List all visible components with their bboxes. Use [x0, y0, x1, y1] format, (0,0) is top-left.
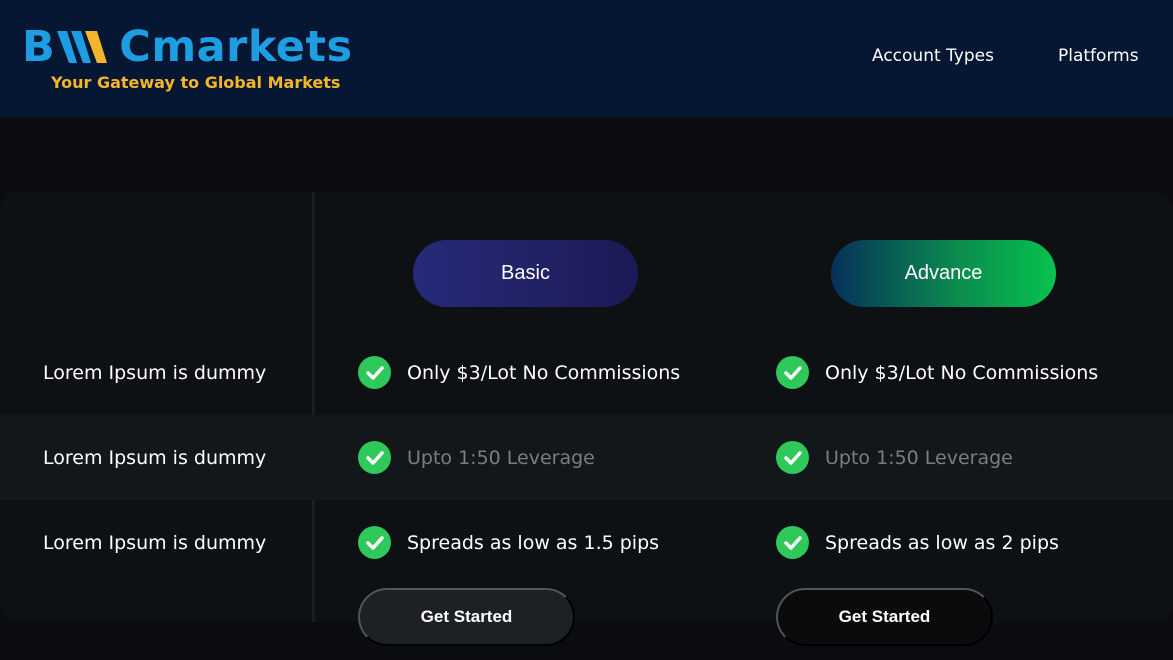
table-row: Lorem Ipsum is dummy Spreads as low as 1… — [0, 500, 1173, 585]
feature-text: Only $3/Lot No Commissions — [825, 361, 1099, 384]
basic-feature: Spreads as low as 1.5 pips — [358, 500, 659, 585]
feature-text: Upto 1:50 Leverage — [407, 446, 595, 469]
logo-text-left: B — [22, 22, 56, 72]
advance-feature: Upto 1:50 Leverage — [776, 415, 1013, 500]
check-icon — [358, 356, 391, 389]
table-row: Lorem Ipsum is dummy Upto 1:50 Leverage … — [0, 415, 1173, 500]
feature-text: Upto 1:50 Leverage — [825, 446, 1013, 469]
check-icon — [776, 356, 809, 389]
get-started-basic-button[interactable]: Get Started — [358, 588, 575, 646]
check-icon — [358, 441, 391, 474]
logo-w-mark-icon — [57, 31, 108, 63]
feature-text: Spreads as low as 1.5 pips — [407, 531, 660, 554]
row-label: Lorem Ipsum is dummy — [43, 446, 267, 469]
row-label: Lorem Ipsum is dummy — [43, 531, 267, 554]
get-started-advance-button[interactable]: Get Started — [776, 588, 993, 646]
table-row: Lorem Ipsum is dummy Only $3/Lot No Comm… — [0, 330, 1173, 415]
plan-basic-button[interactable]: Basic — [413, 240, 638, 307]
plan-advance-button[interactable]: Advance — [831, 240, 1056, 307]
nav-account-types[interactable]: Account Types — [872, 46, 994, 66]
brand-logo[interactable]: B Cmarkets Your Gateway to Global Market… — [22, 22, 372, 102]
advance-feature: Spreads as low as 2 pips — [776, 500, 1059, 585]
logo-tagline: Your Gateway to Global Markets — [51, 73, 341, 92]
basic-feature: Only $3/Lot No Commissions — [358, 330, 680, 415]
logo-wordmark: B Cmarkets — [22, 22, 353, 72]
check-icon — [776, 526, 809, 559]
nav-platforms[interactable]: Platforms — [1058, 46, 1139, 66]
feature-text: Only $3/Lot No Commissions — [407, 361, 681, 384]
advance-feature: Only $3/Lot No Commissions — [776, 330, 1098, 415]
row-label: Lorem Ipsum is dummy — [43, 361, 267, 384]
feature-text: Spreads as low as 2 pips — [825, 531, 1059, 554]
check-icon — [776, 441, 809, 474]
logo-text-right: Cmarkets — [119, 22, 353, 72]
site-header: B Cmarkets Your Gateway to Global Market… — [0, 0, 1173, 117]
check-icon — [358, 526, 391, 559]
basic-feature: Upto 1:50 Leverage — [358, 415, 595, 500]
